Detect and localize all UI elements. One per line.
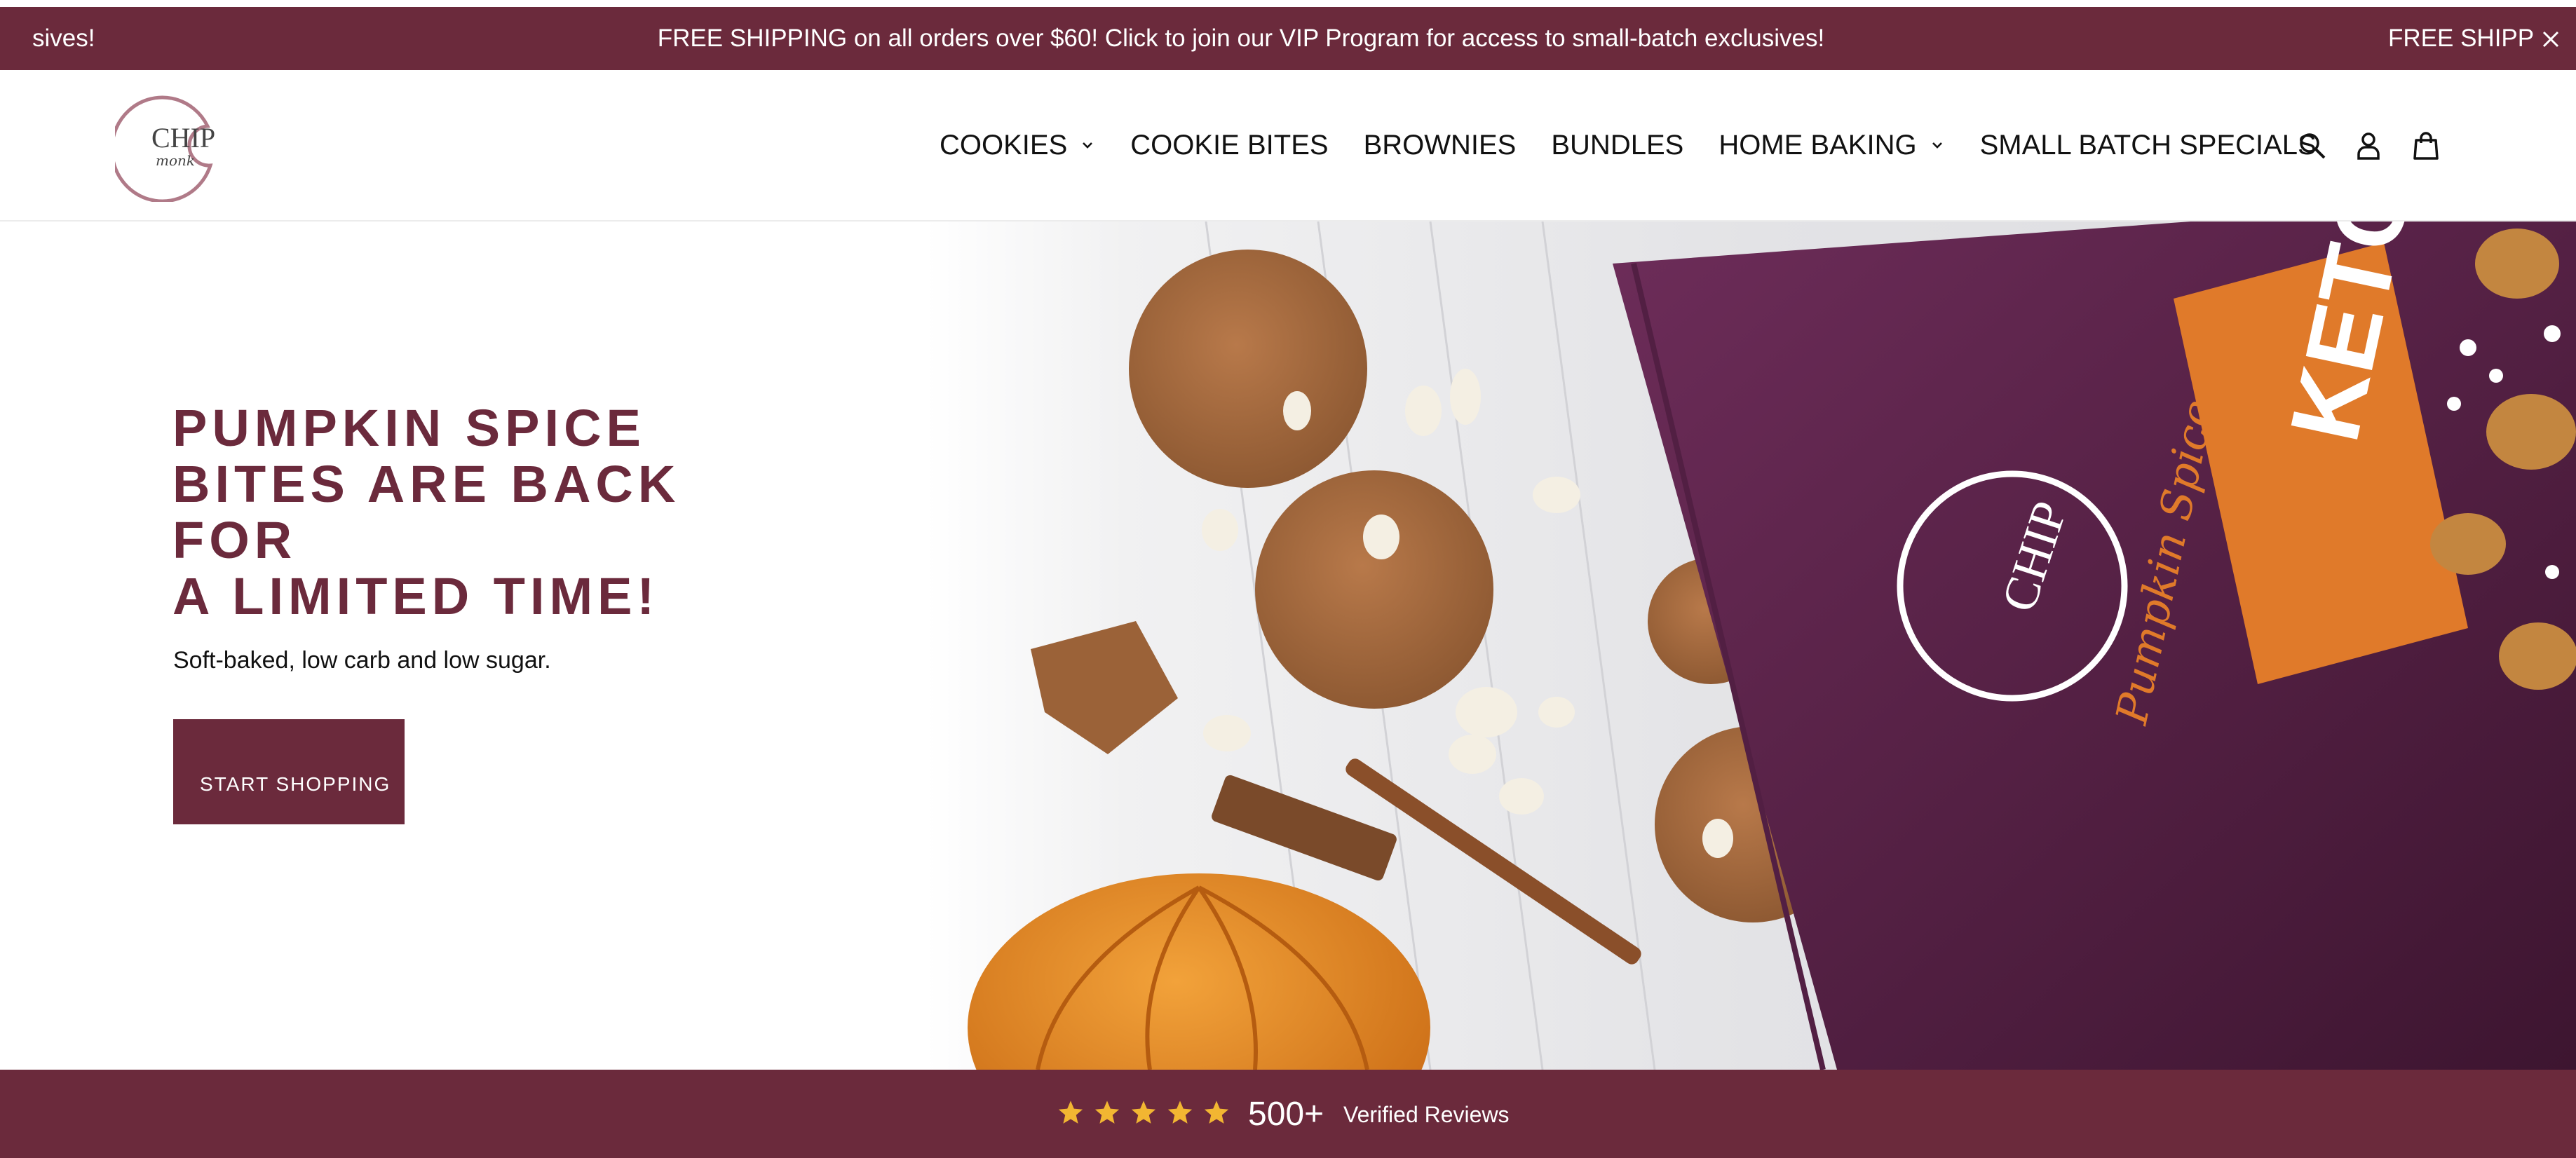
star-icon [1058, 1101, 1083, 1124]
review-label: Verified Reviews [1343, 1102, 1510, 1127]
nav-item-cookies[interactable]: COOKIES [940, 130, 1095, 161]
chevron-down-icon [1932, 142, 1942, 149]
cart-icon[interactable] [2411, 130, 2441, 161]
star-icon [1167, 1101, 1193, 1124]
hero-subtext: Soft-baked, low carb and low sugar. [173, 647, 551, 674]
nav-item-bundles[interactable]: BUNDLES [1551, 130, 1683, 161]
review-count: 500+ [1248, 1096, 1324, 1133]
star-icon [1094, 1101, 1120, 1124]
nav-item-label: BUNDLES [1551, 129, 1684, 161]
star-icon [1131, 1101, 1156, 1124]
top-spacer [0, 0, 2576, 7]
hero-product-image: CHIP KETO Pumpkin Spice [926, 222, 2576, 1070]
nav-item-small-batch-specials[interactable]: SMALL BATCH SPECIALS [1980, 130, 2317, 161]
headline-line: PUMPKIN SPICE [172, 399, 646, 457]
headline-line: FOR [172, 511, 297, 569]
announcement-bar[interactable]: sives! FREE SHIPPING on all orders over … [0, 7, 2576, 70]
headline-line: BITES ARE BACK [172, 455, 681, 513]
start-shopping-button[interactable]: START SHOPPING [173, 719, 405, 824]
main-nav: COOKIES COOKIE BITES BROWNIES BUNDLES HO… [940, 70, 2317, 220]
announcement-fragment-right: FREE SHIPPIN [2388, 25, 2535, 52]
star-rating [1057, 1099, 1240, 1126]
hero-headline: PUMPKIN SPICE BITES ARE BACK FOR A LIMIT… [172, 400, 804, 625]
announcement-message[interactable]: FREE SHIPPING on all orders over $60! Cl… [0, 7, 2482, 70]
nav-item-cookie-bites[interactable]: COOKIE BITES [1130, 130, 1328, 161]
nav-item-home-baking[interactable]: HOME BAKING [1719, 130, 1944, 161]
search-icon[interactable] [2297, 130, 2328, 161]
hero-section: CHIP KETO Pumpkin Spice PUMPKIN SPICE BI… [0, 222, 2576, 1070]
close-icon[interactable] [2540, 28, 2562, 50]
nav-item-label: COOKIE BITES [1130, 129, 1329, 161]
reviews-band[interactable]: 500+ Verified Reviews [0, 1070, 2576, 1158]
nav-item-brownies[interactable]: BROWNIES [1364, 130, 1517, 161]
chipmonk-logo[interactable]: CHIP monk [115, 90, 224, 202]
headline-line: A LIMITED TIME! [172, 567, 660, 625]
nav-item-label: SMALL BATCH SPECIALS [1979, 129, 2317, 161]
chevron-down-icon [1083, 142, 1093, 149]
star-icon [1204, 1101, 1229, 1124]
account-icon[interactable] [2353, 130, 2384, 161]
nav-item-label: COOKIES [940, 129, 1068, 161]
site-header: CHIP monk COOKIES COOKIE BITES BROWNIES … [0, 70, 2576, 222]
logo-script: monk [156, 152, 195, 169]
nav-item-label: HOME BAKING [1719, 129, 1917, 161]
logo-wordmark: CHIP [151, 122, 215, 154]
nav-item-label: BROWNIES [1363, 129, 1517, 161]
